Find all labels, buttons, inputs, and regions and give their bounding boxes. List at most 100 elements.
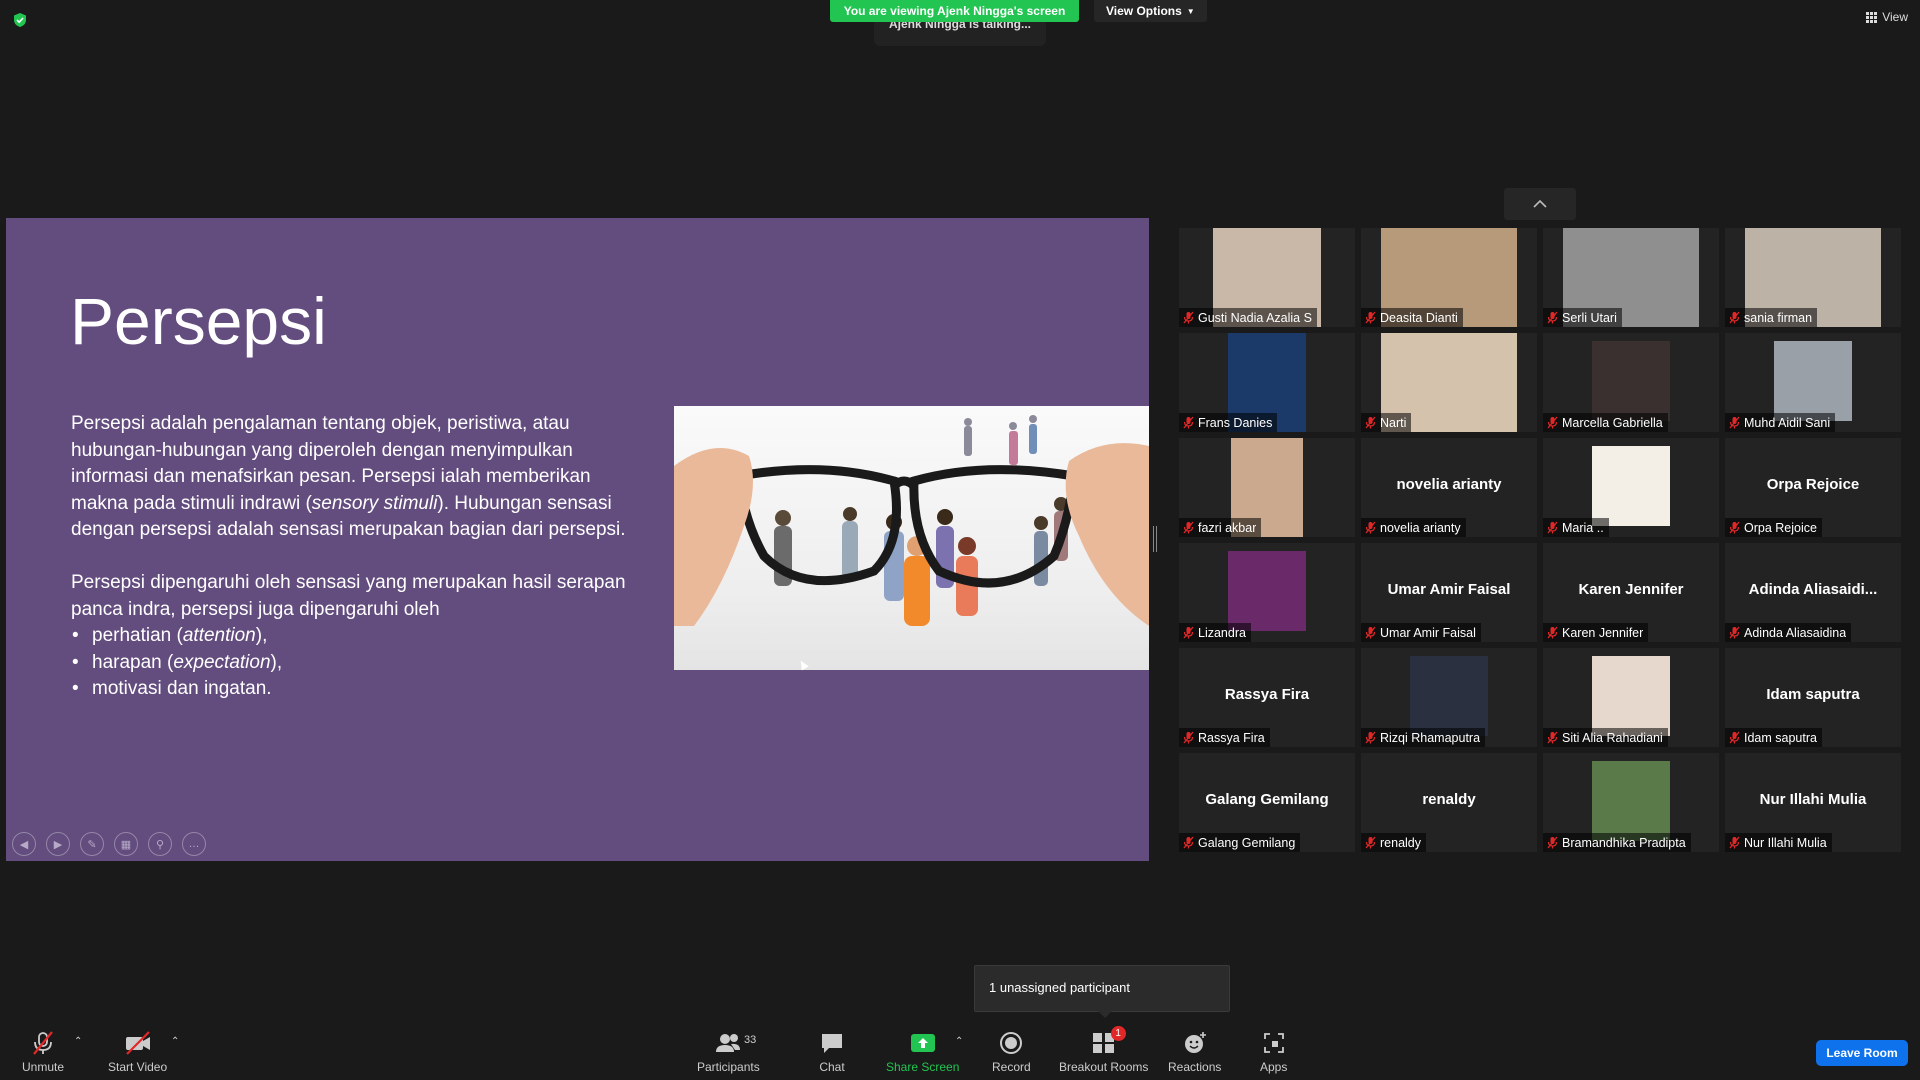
participant-name-label: Deasita Dianti [1361, 308, 1463, 327]
participant-name-label: Orpa Rejoice [1725, 518, 1822, 537]
more-options-icon[interactable]: … [182, 832, 206, 856]
participant-name: Rassya Fira [1198, 730, 1265, 745]
video-options-caret-icon[interactable]: ⌃ [171, 1036, 179, 1047]
participant-tile[interactable]: Siti Alia Rahadiani [1543, 648, 1719, 747]
participant-tile[interactable]: Narti [1361, 333, 1537, 432]
microphone-muted-icon [33, 1031, 53, 1055]
slide-bullet: motivasi dan ingatan. [71, 676, 631, 703]
participant-tile[interactable]: Marcella Gabriella [1543, 333, 1719, 432]
view-button[interactable]: View [1866, 10, 1908, 24]
participant-tile[interactable]: Bramandhika Pradipta [1543, 753, 1719, 852]
view-options-label: View Options [1106, 4, 1182, 18]
participant-name: Bramandhika Pradipta [1562, 835, 1686, 850]
leave-room-button[interactable]: Leave Room [1816, 1040, 1908, 1066]
participant-tile[interactable]: Idam saputra Idam saputra [1725, 648, 1901, 747]
participant-center-name: Rassya Fira [1224, 686, 1310, 703]
participant-tile[interactable]: Muhd Aidil Sani [1725, 333, 1901, 432]
participant-tile[interactable]: Lizandra [1179, 543, 1355, 642]
record-icon [1000, 1032, 1023, 1054]
slides-grid-icon[interactable]: ▦ [114, 832, 138, 856]
chat-button[interactable]: Chat [819, 1030, 845, 1074]
audio-options-caret-icon[interactable]: ⌃ [74, 1036, 82, 1047]
participant-tile[interactable]: Adinda Aliasaidi... Adinda Aliasaidina [1725, 543, 1901, 642]
record-button[interactable]: Record [992, 1030, 1031, 1074]
security-shield-icon[interactable] [12, 12, 28, 28]
participant-tile[interactable]: Umar Amir Faisal Umar Amir Faisal [1361, 543, 1537, 642]
share-options-caret-icon[interactable]: ⌃ [955, 1036, 963, 1047]
participant-center-name: Karen Jennifer [1578, 581, 1684, 598]
microphone-muted-icon [1365, 731, 1376, 744]
microphone-muted-icon [1547, 626, 1558, 639]
microphone-muted-icon [1183, 521, 1194, 534]
participant-tile[interactable]: Galang Gemilang Galang Gemilang [1179, 753, 1355, 852]
microphone-muted-icon [1729, 521, 1740, 534]
participant-name: renaldy [1380, 835, 1421, 850]
participant-tile[interactable]: novelia arianty novelia arianty [1361, 438, 1537, 537]
participant-tile[interactable]: Serli Utari [1543, 228, 1719, 327]
participant-tile[interactable]: Frans Danies [1179, 333, 1355, 432]
participant-tile[interactable]: Karen Jennifer Karen Jennifer [1543, 543, 1719, 642]
participant-tile[interactable]: Maria .. [1543, 438, 1719, 537]
participant-video [1592, 761, 1670, 841]
chevron-down-icon: ▼ [1186, 6, 1195, 16]
reactions-icon [1184, 1032, 1206, 1053]
participant-tile[interactable]: Nur Illahi Mulia Nur Illahi Mulia [1725, 753, 1901, 852]
unmute-button[interactable]: Unmute [22, 1030, 64, 1074]
breakout-rooms-button[interactable]: 1 Breakout Rooms [1059, 1026, 1149, 1074]
slide-bullet: harapan (expectation), [71, 650, 631, 677]
microphone-muted-icon [1183, 416, 1194, 429]
viewing-screen-banner: You are viewing Ajenk Ningga's screen [830, 0, 1079, 22]
pen-icon[interactable]: ✎ [80, 832, 104, 856]
microphone-muted-icon [1547, 836, 1558, 849]
participants-count: 33 [744, 1034, 757, 1046]
participant-name: Marcella Gabriella [1562, 415, 1663, 430]
participant-tile[interactable]: Rassya Fira Rassya Fira [1179, 648, 1355, 747]
participant-tile[interactable]: renaldy renaldy [1361, 753, 1537, 852]
participant-name-label: Galang Gemilang [1179, 833, 1301, 852]
participant-name-label: Narti [1361, 413, 1412, 432]
slide-title: Persepsi [70, 284, 327, 358]
participant-name-label: sania firman [1725, 308, 1818, 327]
grid-icon [1866, 11, 1878, 23]
slide-body: Persepsi adalah pengalaman tentang objek… [71, 411, 631, 703]
participant-name-label: novelia arianty [1361, 518, 1466, 537]
microphone-muted-icon [1183, 311, 1194, 324]
record-label: Record [992, 1060, 1031, 1074]
previous-slide-icon[interactable]: ◀ [12, 832, 36, 856]
slide-paragraph-2: Persepsi dipengaruhi oleh sensasi yang m… [71, 571, 626, 620]
apps-button[interactable]: Apps [1260, 1030, 1287, 1074]
participant-name: Idam saputra [1744, 730, 1817, 745]
participant-name: Serli Utari [1562, 310, 1617, 325]
glasses-people-image [674, 406, 1149, 670]
panel-resize-handle[interactable] [1153, 526, 1157, 552]
reactions-button[interactable]: Reactions [1168, 1030, 1221, 1074]
breakout-rooms-label: Breakout Rooms [1059, 1060, 1149, 1074]
slide-bullet-list: perhatian (attention), harapan (expectat… [71, 623, 631, 703]
apps-icon [1263, 1033, 1284, 1053]
share-screen-button[interactable]: Share Screen [886, 1030, 959, 1074]
microphone-muted-icon [1365, 416, 1376, 429]
microphone-muted-icon [1183, 626, 1194, 639]
share-screen-label: Share Screen [886, 1060, 960, 1074]
participant-tile[interactable]: sania firman [1725, 228, 1901, 327]
next-slide-icon[interactable]: ▶ [46, 832, 70, 856]
zoom-icon[interactable]: ⚲ [148, 832, 172, 856]
participant-center-name: Umar Amir Faisal [1387, 581, 1511, 598]
participant-tile[interactable]: Rizqi Rhamaputra [1361, 648, 1537, 747]
participant-tile[interactable]: Orpa Rejoice Orpa Rejoice [1725, 438, 1901, 537]
start-video-button[interactable]: Start Video [108, 1030, 167, 1074]
view-options-button[interactable]: View Options ▼ [1094, 0, 1207, 22]
participant-video [1592, 446, 1670, 526]
participant-name-label: Bramandhika Pradipta [1543, 833, 1691, 852]
participant-tile[interactable]: Deasita Dianti [1361, 228, 1537, 327]
participant-tile[interactable]: Gusti Nadia Azalia S [1179, 228, 1355, 327]
participant-tile[interactable]: fazri akbar [1179, 438, 1355, 537]
slide-controls: ◀ ▶ ✎ ▦ ⚲ … [12, 832, 206, 856]
gallery-page-up-button[interactable] [1504, 188, 1576, 220]
participants-label: Participants [697, 1060, 760, 1074]
participant-center-name: Idam saputra [1766, 686, 1860, 703]
microphone-muted-icon [1365, 836, 1376, 849]
participant-name-label: Idam saputra [1725, 728, 1822, 747]
participant-name: Orpa Rejoice [1744, 520, 1817, 535]
microphone-muted-icon [1547, 311, 1558, 324]
